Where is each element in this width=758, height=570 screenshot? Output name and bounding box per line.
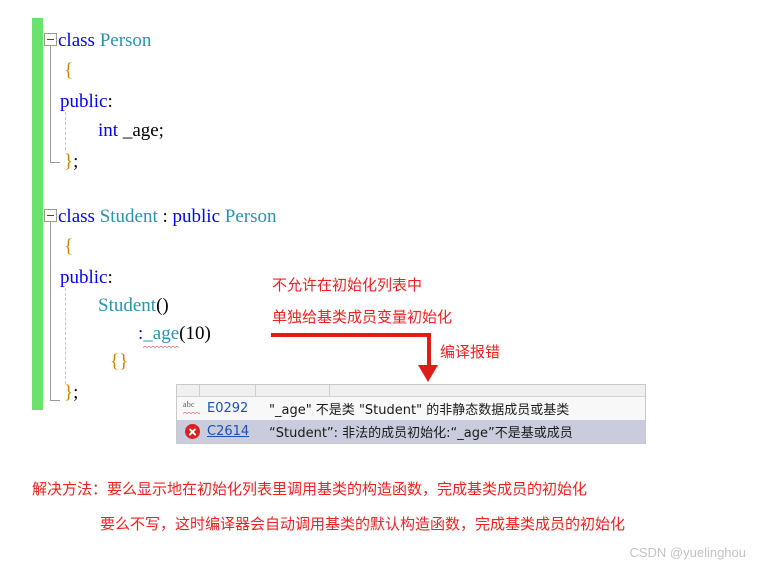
token-semicolon: ;: [73, 151, 79, 172]
collapse-toggle-student[interactable]: [44, 209, 57, 222]
code-line-8: public:: [60, 268, 113, 287]
abc-icon-text: abc: [183, 399, 195, 409]
csdn-watermark: CSDN @yuelinghou: [629, 545, 746, 560]
token-open-brace-2: {: [64, 236, 74, 257]
code-line-1: class Person: [58, 31, 151, 50]
region-foot-person: [50, 162, 60, 163]
token-keyword-public-2: public: [60, 267, 108, 288]
annotation-arrowhead-icon: [418, 365, 438, 382]
error-message-c2614: “Student”: 非法的成员初始化:“_age”不是基或成员: [269, 426, 573, 441]
error-x-icon: [177, 424, 207, 439]
token-close-brace-2: }: [64, 382, 74, 403]
token-close-brace: }: [64, 151, 74, 172]
token-colon: :: [107, 91, 113, 112]
annotation-arrow-vertical: [427, 333, 431, 368]
token-type-student: Student: [99, 206, 158, 227]
abc-squiggle-icon: abc: [177, 399, 207, 416]
solution-line-1: 解决方法：要么显示地在初始化列表里调用基类的构造函数，完成基类成员的初始化: [32, 480, 588, 498]
error-list-header: [177, 385, 645, 397]
change-indicator-bar: [32, 18, 43, 410]
code-line-4: int _age;: [98, 121, 164, 140]
token-member-age: _age;: [118, 120, 164, 141]
annotation-arrow-label: 编译报错: [440, 343, 501, 361]
token-inherit-colon: :: [157, 206, 173, 227]
token-open-brace: {: [64, 60, 74, 81]
annotation-note-line-1: 不允许在初始化列表中: [272, 276, 423, 294]
code-line-9: Student(): [98, 296, 169, 315]
annotation-arrow-horizontal: [271, 333, 431, 337]
solution-line-2: 要么不写，这时编译器会自动调用基类的默认构造函数，完成基类成员的初始化: [100, 515, 626, 533]
collapse-toggle-person[interactable]: [44, 33, 57, 46]
region-rail-person: [50, 46, 51, 162]
code-line-12: };: [64, 383, 78, 402]
token-keyword-public: public: [60, 91, 108, 112]
indent-guide-student: [65, 288, 67, 384]
error-row-e0292[interactable]: abc E0292 "_age" 不是类 "Student" 的非静态数据成员或…: [177, 397, 645, 420]
token-ctor-student: Student: [98, 295, 157, 316]
token-init-value: (10): [179, 323, 211, 344]
token-error-age: _age: [143, 323, 180, 344]
region-rail-student: [50, 222, 51, 400]
annotation-note-line-2: 单独给基类成员变量初始化: [272, 308, 453, 326]
token-keyword-class-2: class: [58, 206, 95, 227]
column-separator-3[interactable]: [329, 385, 330, 396]
token-colon-2: :: [107, 267, 113, 288]
abc-icon-wave: [183, 410, 200, 415]
error-code-c2614[interactable]: C2614: [207, 424, 269, 439]
error-message-e0292: "_age" 不是类 "Student" 的非静态数据成员或基类: [269, 403, 570, 418]
token-keyword-int: int: [98, 120, 119, 141]
token-parens: (): [156, 295, 169, 316]
region-foot-student: [50, 400, 60, 401]
error-list-panel[interactable]: abc E0292 "_age" 不是类 "Student" 的非静态数据成员或…: [176, 384, 646, 444]
column-separator-1[interactable]: [199, 385, 200, 396]
token-keyword-class: class: [58, 30, 95, 51]
code-line-7: {: [64, 237, 73, 256]
error-code-e0292[interactable]: E0292: [207, 401, 269, 416]
token-keyword-public-inherit: public: [172, 206, 221, 227]
error-row-c2614[interactable]: C2614 “Student”: 非法的成员初始化:“_age”不是基或成员: [177, 420, 645, 443]
code-line-6: class Student : public Person: [58, 207, 277, 226]
token-empty-body: {}: [110, 351, 129, 372]
token-type-person-base: Person: [224, 206, 277, 227]
code-line-3: public:: [60, 92, 113, 111]
column-separator-2[interactable]: [255, 385, 256, 396]
token-type-person: Person: [99, 30, 152, 51]
code-line-5: };: [64, 152, 78, 171]
token-semicolon-2: ;: [73, 382, 79, 403]
code-line-11: {}: [110, 352, 128, 371]
code-line-2: {: [64, 61, 73, 80]
indent-guide-person: [65, 112, 67, 150]
code-line-10: :_age(10): [138, 324, 211, 343]
